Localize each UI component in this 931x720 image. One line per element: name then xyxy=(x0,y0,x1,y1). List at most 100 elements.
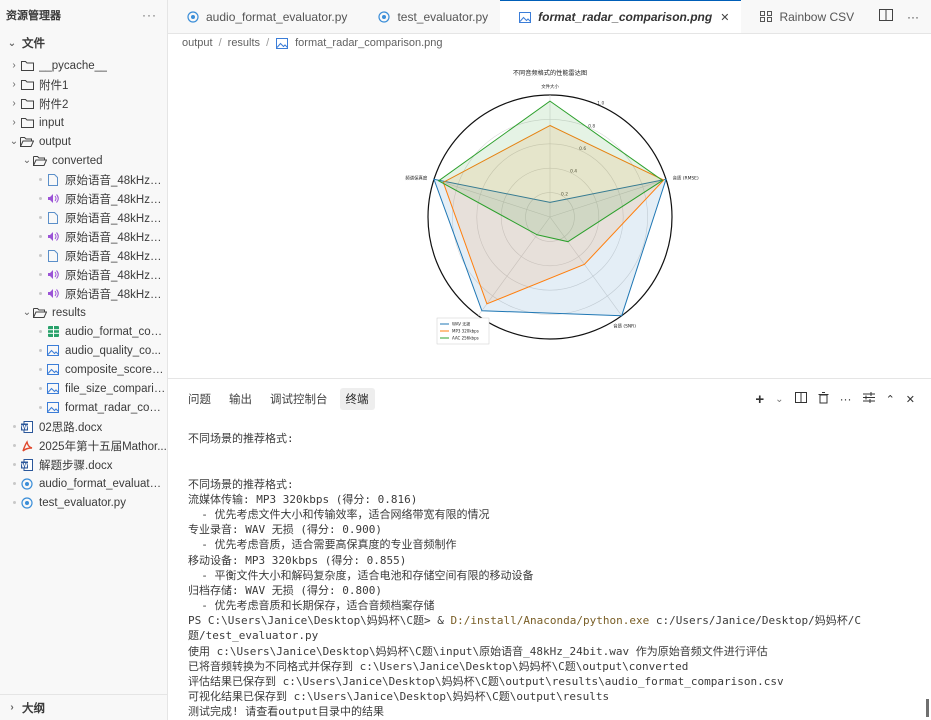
breadcrumb-item[interactable]: format_radar_comparison.png xyxy=(295,37,442,49)
breadcrumb-item[interactable]: output xyxy=(182,37,213,49)
terminal-line: 流媒体传输: MP3 320kbps (得分: 0.816) xyxy=(188,492,418,506)
trash-icon[interactable] xyxy=(818,391,829,407)
terminal-line: 使用 c:\Users\Janice\Desktop\妈妈杯\C题\input\… xyxy=(188,644,768,658)
file-item[interactable]: 2025年第十五届Mathor... xyxy=(0,436,167,455)
indent-dot xyxy=(8,501,20,504)
file-item[interactable]: 原始语音_48kHz_2... xyxy=(0,189,167,208)
folder-item[interactable]: › 附件2 xyxy=(0,94,167,113)
file-item[interactable]: 原始语音_48kHz_2... xyxy=(0,208,167,227)
terminal-output[interactable]: 不同场景的推荐格式: 不同场景的推荐格式: 流媒体传输: MP3 320kbps (… xyxy=(188,431,923,720)
audio-file-icon xyxy=(46,193,60,205)
file-item[interactable]: 原始语音_48kHz_2... xyxy=(0,284,167,303)
file-item[interactable]: format_radar_com... xyxy=(0,398,167,417)
folder-item[interactable]: ⌄ output xyxy=(0,132,167,151)
chevron-right-icon: › xyxy=(12,79,16,90)
maximize-panel-icon[interactable]: ⌃ xyxy=(886,393,895,406)
tree-item-label: 原始语音_48kHz_2... xyxy=(65,288,167,301)
terminal-line: 不同场景的推荐格式: xyxy=(188,432,294,445)
indent-dot xyxy=(34,406,46,409)
file-item[interactable]: audio_format_com... xyxy=(0,322,167,341)
terminal-line: 测试完成! 请查看output目录中的结果 xyxy=(188,705,384,719)
editor-tab[interactable]: format_radar_comparison.png ✕ xyxy=(500,0,742,33)
indent-dot xyxy=(34,216,46,219)
axis-label: 频谱保真度 xyxy=(405,174,428,181)
tree-item-label: format_radar_com... xyxy=(65,401,167,414)
file-item[interactable]: W 02思路.docx xyxy=(0,417,167,436)
audio-file-icon xyxy=(46,288,60,300)
audio-file-icon xyxy=(46,269,60,281)
editor-tab[interactable]: test_evaluator.py xyxy=(359,0,500,33)
split-terminal-icon[interactable] xyxy=(794,392,807,406)
tab-label: test_evaluator.py xyxy=(397,9,489,24)
word-file-icon: W xyxy=(20,420,34,433)
folder-item[interactable]: › input xyxy=(0,113,167,132)
tab-label: audio_format_evaluator.py xyxy=(206,9,348,24)
terminal-line: 可视化结果已保存到 c:\Users\Janice\Desktop\妈妈杯\C题… xyxy=(188,690,610,704)
indent-dot xyxy=(34,349,46,352)
breadcrumb-separator: / xyxy=(218,37,222,49)
breadcrumb-item[interactable]: results xyxy=(228,37,260,49)
python-icon xyxy=(377,10,391,23)
image-preview: 不同音频格式的性能雷达图 0.2 0.4 0.6 0.8 1.0 文件大小 音质 (RMSE)… xyxy=(168,56,931,378)
more-icon[interactable]: ··· xyxy=(840,392,852,406)
audio-file-icon xyxy=(46,231,60,243)
tree-item-label: 原始语音_48kHz_2... xyxy=(65,250,167,263)
panel-tab[interactable]: 调试控制台 xyxy=(264,388,334,410)
indent-dot xyxy=(34,368,46,371)
tree-item-label: audio_quality_co... xyxy=(65,344,161,357)
indent-dot xyxy=(8,463,20,466)
explorer-more-icon[interactable]: ··· xyxy=(142,8,157,22)
file-item[interactable]: audio_format_evaluator.py xyxy=(0,474,167,493)
terminal-line: - 优先考虑音质，适合需要高保真度的专业音频制作 xyxy=(188,538,457,552)
panel-tab[interactable]: 终端 xyxy=(339,388,375,410)
chevron-right-icon: › xyxy=(12,98,16,109)
folder-item[interactable]: › 附件1 xyxy=(0,75,167,94)
split-editor-icon[interactable] xyxy=(879,9,893,24)
outline-section-header[interactable]: › 大纲 xyxy=(0,694,167,720)
file-item[interactable]: 原始语音_48kHz_2... xyxy=(0,265,167,284)
more-actions-icon[interactable]: ··· xyxy=(907,10,919,24)
tree-item-label: file_size_comparis... xyxy=(65,382,167,395)
file-item[interactable]: W 解题步骤.docx xyxy=(0,455,167,474)
folder-item[interactable]: › __pycache__ xyxy=(0,56,167,75)
chevron-down-icon[interactable]: ⌄ xyxy=(775,394,783,405)
editor-area: audio_format_evaluator.py test_evaluator.… xyxy=(168,0,931,378)
close-icon[interactable]: ✕ xyxy=(720,11,729,24)
file-item[interactable]: 原始语音_48kHz_2... xyxy=(0,227,167,246)
indent-dot xyxy=(34,330,46,333)
folder-item[interactable]: ⌄ converted xyxy=(0,151,167,170)
terminal-scrollbar[interactable] xyxy=(926,699,929,717)
image-file-icon xyxy=(46,383,60,395)
terminal-line: - 优先考虑音质和长期保存，适合音频档案存储 xyxy=(188,599,435,613)
new-terminal-icon[interactable]: + xyxy=(755,391,764,408)
file-item[interactable]: composite_score_... xyxy=(0,360,167,379)
file-item[interactable]: test_evaluator.py xyxy=(0,493,167,512)
tree-item-label: __pycache__ xyxy=(39,59,108,72)
image-icon xyxy=(275,37,289,49)
folder-item[interactable]: ⌄ results xyxy=(0,303,167,322)
terminal-line: 不同场景的推荐格式: xyxy=(188,477,294,491)
image-file-icon xyxy=(46,364,60,376)
file-item[interactable]: 原始语音_48kHz_2... xyxy=(0,246,167,265)
svg-text:W: W xyxy=(21,424,28,431)
terminal-path-highlight: D:/install/Anaconda/python.exe xyxy=(450,614,650,628)
editor-tab[interactable]: audio_format_evaluator.py xyxy=(168,0,359,33)
indent-dot xyxy=(34,292,46,295)
file-item[interactable]: file_size_comparis... xyxy=(0,379,167,398)
panel-tab[interactable]: 问题 xyxy=(182,388,217,410)
panel-tab[interactable]: 输出 xyxy=(223,388,258,410)
file-item[interactable]: audio_quality_co... xyxy=(0,341,167,360)
chevron-down-icon: ⌄ xyxy=(7,37,17,49)
terminal-settings-icon[interactable] xyxy=(862,392,875,406)
terminal-line: 归档存储: WAV 无损 (得分: 0.800) xyxy=(188,583,382,597)
files-section-header[interactable]: ⌄ 文件 xyxy=(0,30,167,56)
legend-label: AAC 256kbps xyxy=(452,336,479,341)
file-item[interactable]: 原始语音_48kHz_2... xyxy=(0,170,167,189)
editor-tab[interactable]: Rainbow CSV xyxy=(741,0,866,33)
chevron-down-icon: ⌄ xyxy=(9,136,19,147)
python-file-icon xyxy=(20,477,34,490)
chart-title: 不同音频格式的性能雷达图 xyxy=(512,69,586,77)
close-panel-icon[interactable]: ✕ xyxy=(906,393,915,406)
csv-file-icon xyxy=(46,326,60,338)
